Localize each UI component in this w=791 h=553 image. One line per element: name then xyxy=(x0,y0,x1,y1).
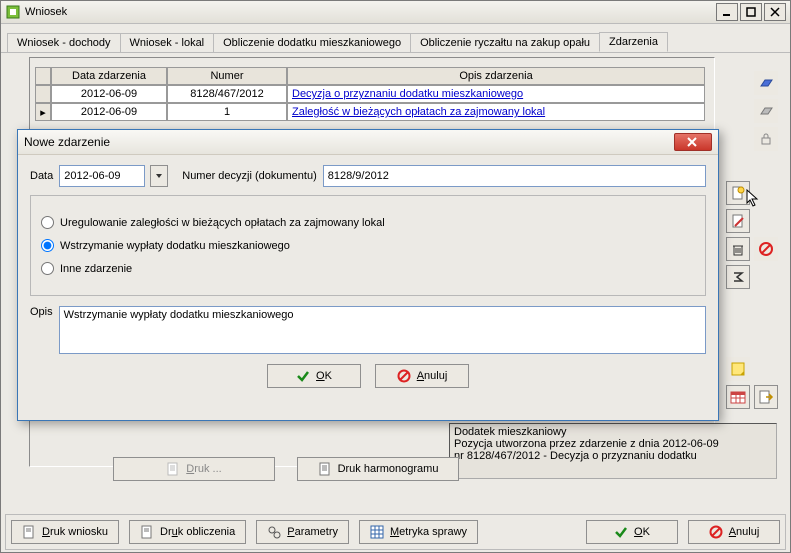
radio-option-1[interactable]: Uregulowanie zaległości w bieżących opła… xyxy=(41,216,695,229)
export-icon[interactable] xyxy=(754,385,778,409)
edit-page-icon[interactable] xyxy=(726,209,750,233)
trash-icon[interactable] xyxy=(726,237,750,261)
label-data: Data xyxy=(30,170,53,182)
cell-desc-link[interactable]: Zaległość w bieżących opłatach za zajmow… xyxy=(287,103,705,121)
radio-option-3[interactable]: Inne zdarzenie xyxy=(41,262,695,275)
table-row[interactable]: 2012-06-09 8128/467/2012 Decyzja o przyz… xyxy=(35,85,705,103)
radio-option-2[interactable]: Wstrzymanie wypłaty dodatku mieszkaniowe… xyxy=(41,239,695,252)
ok-button[interactable]: OK xyxy=(586,520,678,544)
eraser-gray-icon[interactable] xyxy=(754,99,778,123)
app-icon xyxy=(5,4,21,20)
tab-obliczenie-dodatku[interactable]: Obliczenie dodatku mieszkaniowego xyxy=(213,33,411,52)
druk-obliczenia-button[interactable]: Druk obliczenia xyxy=(129,520,246,544)
anuluj-button[interactable]: Anuluj xyxy=(688,520,780,544)
chevron-down-icon xyxy=(155,172,163,180)
detail-line: Pozycja utworzona przez zdarzenie z dnia… xyxy=(454,438,772,450)
grid-icon xyxy=(370,525,384,539)
side-toolbar-bottom xyxy=(726,357,778,409)
radio-label: Wstrzymanie wypłaty dodatku mieszkaniowe… xyxy=(60,240,290,252)
tab-obliczenie-ryczaltu[interactable]: Obliczenie ryczałtu na zakup opału xyxy=(410,33,600,52)
eraser-blue-icon[interactable] xyxy=(754,71,778,95)
modal-ok-button[interactable]: OK xyxy=(267,364,361,388)
document-icon xyxy=(318,462,332,476)
document-icon xyxy=(140,525,154,539)
modal-nowe-zdarzenie: Nowe zdarzenie Data Numer decyzji (dokum… xyxy=(17,129,719,421)
tab-bar: Wniosek - dochody Wniosek - lokal Oblicz… xyxy=(1,24,790,53)
window-title: Wniosek xyxy=(25,6,714,18)
note-yellow-icon[interactable] xyxy=(726,357,750,381)
cell-num: 1 xyxy=(167,103,287,121)
tab-lokal[interactable]: Wniosek - lokal xyxy=(120,33,215,52)
close-button[interactable] xyxy=(764,3,786,21)
druk-label: ruk ... xyxy=(194,463,222,475)
bottom-bar: Druk wniosku Druk obliczenia Parametry M… xyxy=(1,510,790,552)
tab-dochody[interactable]: Wniosek - dochody xyxy=(7,33,121,52)
document-icon xyxy=(166,462,180,476)
sigma-icon[interactable] xyxy=(726,265,750,289)
col-date[interactable]: Data zdarzenia xyxy=(51,67,167,85)
druk-wniosku-button[interactable]: Druk wniosku xyxy=(11,520,119,544)
gears-icon xyxy=(267,525,281,539)
events-table: Data zdarzenia Numer Opis zdarzenia 2012… xyxy=(35,67,705,121)
label-numer: Numer decyzji (dokumentu) xyxy=(182,170,317,182)
metryka-sprawy-button[interactable]: Metryka sprawy xyxy=(359,520,478,544)
new-page-icon[interactable] xyxy=(726,181,750,205)
row-marker: ▸ xyxy=(35,103,51,121)
cell-date: 2012-06-09 xyxy=(51,85,167,103)
date-input[interactable] xyxy=(59,165,145,187)
calendar-icon[interactable] xyxy=(726,385,750,409)
col-desc[interactable]: Opis zdarzenia xyxy=(287,67,705,85)
forbidden-icon xyxy=(397,369,411,383)
row-marker-header xyxy=(35,67,51,85)
druk-harm-label: Druk harmonogramu xyxy=(338,463,439,475)
numer-input[interactable] xyxy=(323,165,706,187)
col-num[interactable]: Numer xyxy=(167,67,287,85)
side-toolbar-mid xyxy=(726,181,778,289)
document-icon xyxy=(22,525,36,539)
detail-line: nr 8128/467/2012 - Decyzja o przyznaniu … xyxy=(454,450,772,462)
tab-zdarzenia[interactable]: Zdarzenia xyxy=(599,32,668,52)
modal-title: Nowe zdarzenie xyxy=(24,135,674,149)
side-toolbar-top xyxy=(754,71,778,151)
titlebar: Wniosek xyxy=(1,1,790,24)
check-icon xyxy=(614,525,628,539)
radio-label: Uregulowanie zaległości w bieżących opła… xyxy=(60,217,385,229)
modal-close-button[interactable] xyxy=(674,133,712,151)
date-dropdown-button[interactable] xyxy=(150,165,168,187)
cell-num: 8128/467/2012 xyxy=(167,85,287,103)
maximize-button[interactable] xyxy=(740,3,762,21)
minimize-button[interactable] xyxy=(716,3,738,21)
check-icon xyxy=(296,369,310,383)
row-marker xyxy=(35,85,51,103)
lock-icon[interactable] xyxy=(754,127,778,151)
table-row[interactable]: ▸ 2012-06-09 1 Zaległość w bieżących opł… xyxy=(35,103,705,121)
forbidden-icon[interactable] xyxy=(754,237,778,261)
label-opis: Opis xyxy=(30,306,53,318)
event-type-group: Uregulowanie zaległości w bieżących opła… xyxy=(30,195,706,296)
parametry-button[interactable]: Parametry xyxy=(256,520,349,544)
detail-box: Dodatek mieszkaniowy Pozycja utworzona p… xyxy=(449,423,777,479)
detail-line: Dodatek mieszkaniowy xyxy=(454,426,772,438)
druk-button[interactable]: Druk ... xyxy=(113,457,275,481)
modal-titlebar: Nowe zdarzenie xyxy=(18,130,718,155)
opis-textarea[interactable] xyxy=(59,306,706,354)
cell-date: 2012-06-09 xyxy=(51,103,167,121)
modal-anuluj-button[interactable]: Anuluj xyxy=(375,364,469,388)
radio-label: Inne zdarzenie xyxy=(60,263,132,275)
druk-harmonogramu-button[interactable]: Druk harmonogramu xyxy=(297,457,459,481)
cell-desc-link[interactable]: Decyzja o przyznaniu dodatku mieszkaniow… xyxy=(287,85,705,103)
forbidden-icon xyxy=(709,525,723,539)
